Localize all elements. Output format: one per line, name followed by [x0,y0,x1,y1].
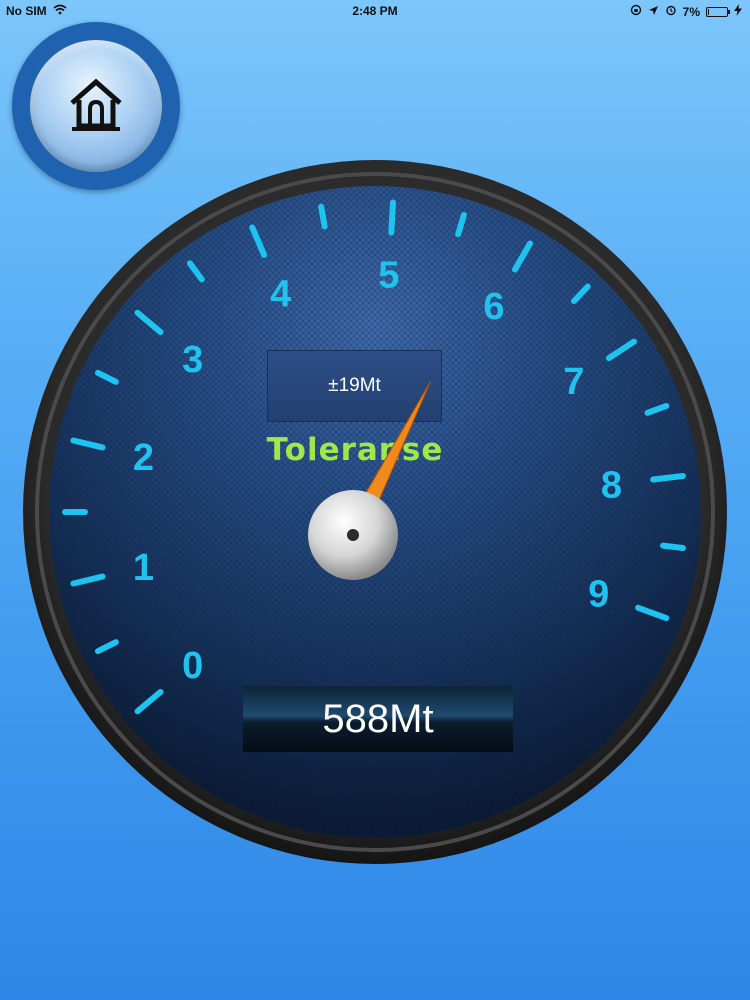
alarm-icon [665,4,677,19]
gauge-scale-label-4: 4 [270,273,291,315]
location-arrow-icon [648,5,659,19]
gauge-scale-label-1: 1 [133,547,154,589]
gauge-major-tick [134,688,164,715]
gauge-minor-tick [644,402,670,416]
gauge-minor-tick [94,369,119,385]
tolerance-value-box: ±19Mt [267,350,442,422]
gauge-hub [308,490,398,580]
gauge-major-tick [650,473,686,483]
gauge-scale-label-8: 8 [601,464,622,506]
gauge-major-tick [70,437,106,451]
home-icon [70,78,122,131]
gauge-major-tick [388,199,397,236]
gauge-minor-tick [571,283,591,305]
home-button-face[interactable] [30,40,162,172]
gauge-major-tick [635,604,670,622]
gauge-scale-label-2: 2 [133,437,154,479]
battery-fill [708,8,709,15]
gauge-scale-labels: 0 1 2 3 4 5 6 7 8 9 [133,254,622,687]
gauge-bezel [23,160,727,864]
home-button[interactable] [12,22,180,190]
rotation-lock-icon [630,4,642,19]
gauge-major-tick [70,573,106,587]
battery-percent: 7% [682,4,700,19]
gauge-hub-pin [347,529,359,541]
gauge-minor-tick [660,542,686,551]
gauge-minor-tick [455,212,467,238]
status-bar: No SIM 2:48 PM 7% [0,0,750,22]
gauge-major-tick [249,224,268,258]
gauge-scale-label-5: 5 [378,254,399,296]
gauge-minor-tick [94,639,119,655]
gauge-major-tick [512,240,533,273]
gauge-major-tick [134,309,164,336]
gauge-scale-label-3: 3 [182,339,203,381]
gauge-scale-label-9: 9 [588,573,609,615]
battery-icon [706,6,730,17]
charging-bolt-icon [734,4,742,19]
gauge-major-tick [605,338,638,362]
distance-reading: 588Mt [243,686,513,752]
gauge-minor-tick [186,260,205,283]
status-right: 7% [630,4,742,19]
gauge-scale-label-0: 0 [182,645,203,687]
gauge-scale-label-7: 7 [563,361,584,403]
gauge-minor-tick [318,203,328,230]
gauge-scale-label-6: 6 [483,286,504,328]
tolerance-label: Toleranse [266,432,444,468]
